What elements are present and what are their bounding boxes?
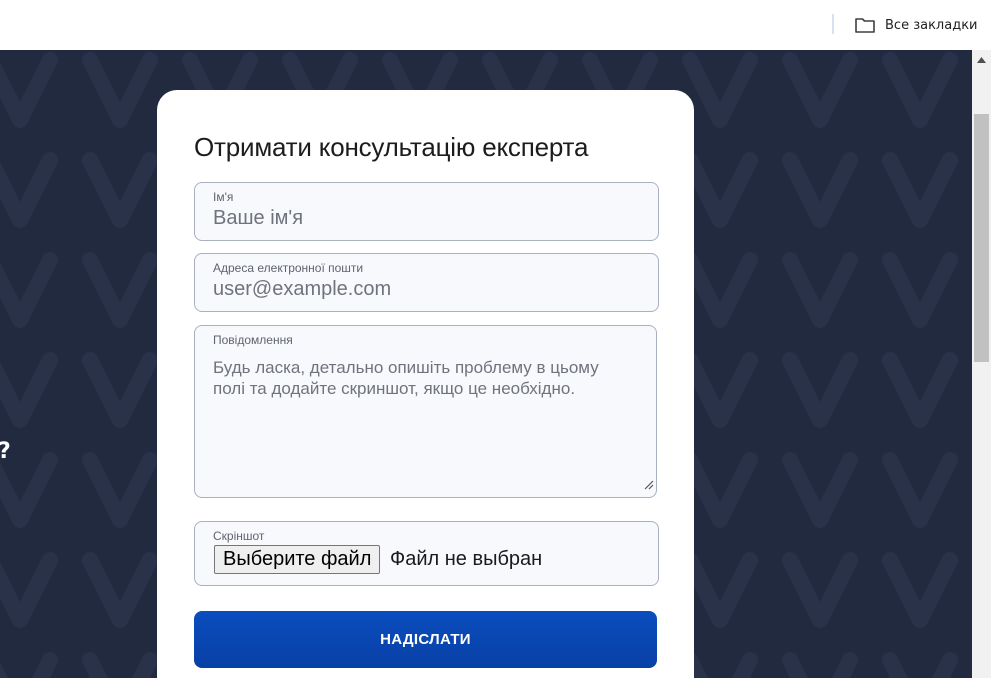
email-field-label: Адреса електронної пошти — [213, 261, 364, 275]
email-field[interactable]: Адреса електронної пошти user@example.co… — [194, 253, 659, 312]
consultation-form-card: Отримати консультацію експерта Ім'я Ваше… — [157, 90, 694, 678]
screenshot-field-label: Скріншот — [213, 529, 265, 543]
message-field[interactable]: Повідомлення Будь ласка, детально опишіт… — [194, 325, 657, 498]
choose-file-button[interactable]: Выберите файл — [214, 545, 381, 574]
folder-icon — [854, 16, 876, 34]
page-scrollbar[interactable] — [972, 50, 991, 678]
scroll-up-arrow-icon[interactable] — [972, 50, 991, 70]
resize-handle-icon[interactable] — [644, 477, 654, 495]
name-input[interactable]: Ваше ім'я — [213, 207, 303, 230]
email-input[interactable]: user@example.com — [213, 278, 391, 301]
name-field-label: Ім'я — [213, 190, 234, 204]
file-status-text: Файл не выбран — [390, 548, 543, 570]
submit-button-label: НАДІСЛАТИ — [380, 631, 471, 648]
page-background: ? Отримати консультацію експерта Ім'я Ва… — [0, 50, 972, 678]
bookmarks-divider — [832, 14, 834, 34]
screenshot-field: Скріншот Выберите файл Файл не выбран — [194, 521, 659, 586]
bookmarks-bar: Все закладки — [0, 0, 991, 50]
scrollbar-thumb[interactable] — [974, 114, 989, 362]
name-field[interactable]: Ім'я Ваше ім'я — [194, 182, 659, 241]
message-textarea[interactable]: Будь ласка, детально опишіть проблему в … — [213, 357, 633, 399]
submit-button[interactable]: НАДІСЛАТИ — [194, 611, 657, 668]
all-bookmarks-label: Все закладки — [885, 17, 978, 33]
form-title: Отримати консультацію експерта — [194, 132, 589, 162]
all-bookmarks-button[interactable]: Все закладки — [854, 13, 978, 37]
message-field-label: Повідомлення — [213, 333, 293, 347]
side-question-mark: ? — [0, 439, 11, 464]
